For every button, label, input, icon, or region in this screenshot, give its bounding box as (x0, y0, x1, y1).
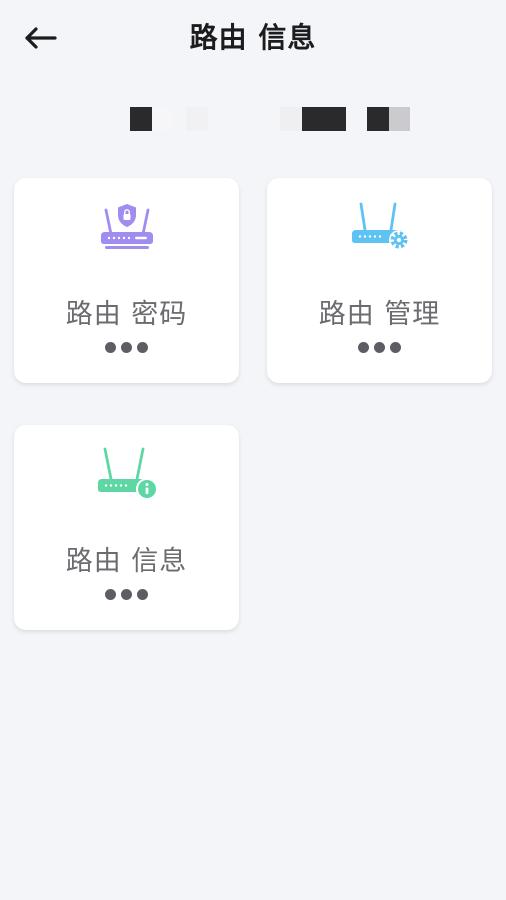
router-password-card[interactable]: 路由 密码 (14, 178, 239, 383)
router-management-card[interactable]: 路由 管理 (267, 178, 492, 383)
card-label: 路由 管理 (318, 299, 441, 330)
page-title: 路由 信息 (189, 21, 317, 54)
app-header: 路由 信息 (0, 0, 506, 76)
more-dots-icon (14, 589, 239, 603)
redacted-info (0, 107, 506, 131)
more-dots-icon (267, 342, 492, 356)
router-gear-icon (351, 202, 409, 250)
router-info-icon (97, 447, 158, 500)
back-button[interactable] (18, 18, 62, 58)
router-info-card[interactable]: 路由 信息 (14, 425, 239, 630)
card-label: 路由 密码 (65, 299, 188, 330)
router-lock-icon (100, 204, 153, 249)
more-dots-icon (14, 342, 239, 356)
card-label: 路由 信息 (65, 546, 188, 577)
back-arrow-icon (25, 27, 57, 49)
